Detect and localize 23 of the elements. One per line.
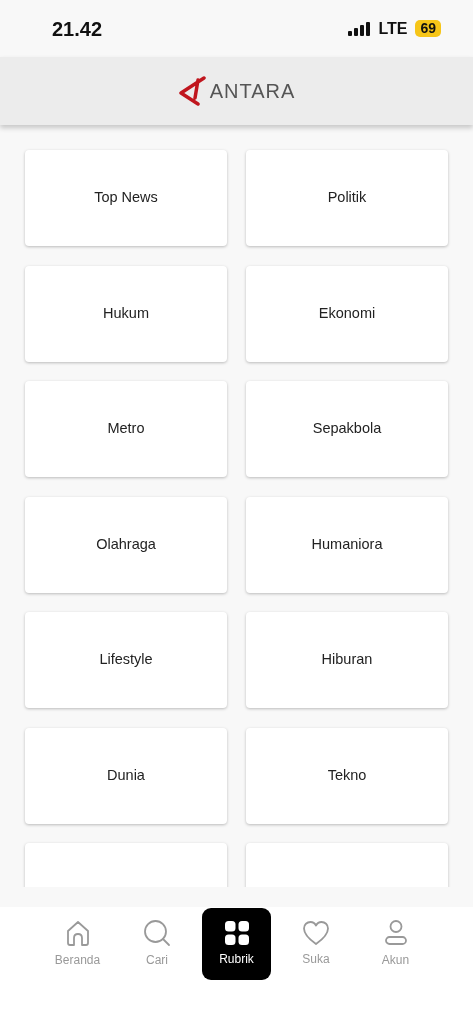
category-card[interactable]: Sepakbola [246, 381, 448, 477]
category-card[interactable]: Olahraga [25, 496, 227, 593]
category-card[interactable]: Hiburan [246, 612, 448, 708]
category-card[interactable]: Tekno [246, 727, 448, 824]
clock-time: 21.42 [52, 16, 103, 42]
category-card[interactable]: Dunia [25, 727, 227, 824]
heart-icon [302, 920, 330, 946]
category-card[interactable]: Politik [246, 150, 448, 246]
logo-icon [177, 76, 206, 106]
network-label: LTE [378, 18, 408, 39]
signal-icon [348, 21, 371, 36]
logo-text: ANTARA [209, 79, 296, 104]
tab-button[interactable]: Rubrik [202, 908, 271, 980]
category-card[interactable]: Top News [25, 150, 227, 246]
category-card[interactable]: Lifestyle [25, 612, 227, 708]
search-icon [143, 919, 171, 947]
category-card[interactable]: Hukum [25, 265, 227, 362]
grid-icon [223, 920, 250, 946]
user-icon [383, 919, 408, 947]
category-card[interactable]: Humaniora [246, 496, 448, 593]
category-card[interactable]: Ekonomi [246, 265, 448, 362]
battery-level: 69 [415, 20, 441, 37]
category-card[interactable]: Metro [25, 381, 227, 477]
